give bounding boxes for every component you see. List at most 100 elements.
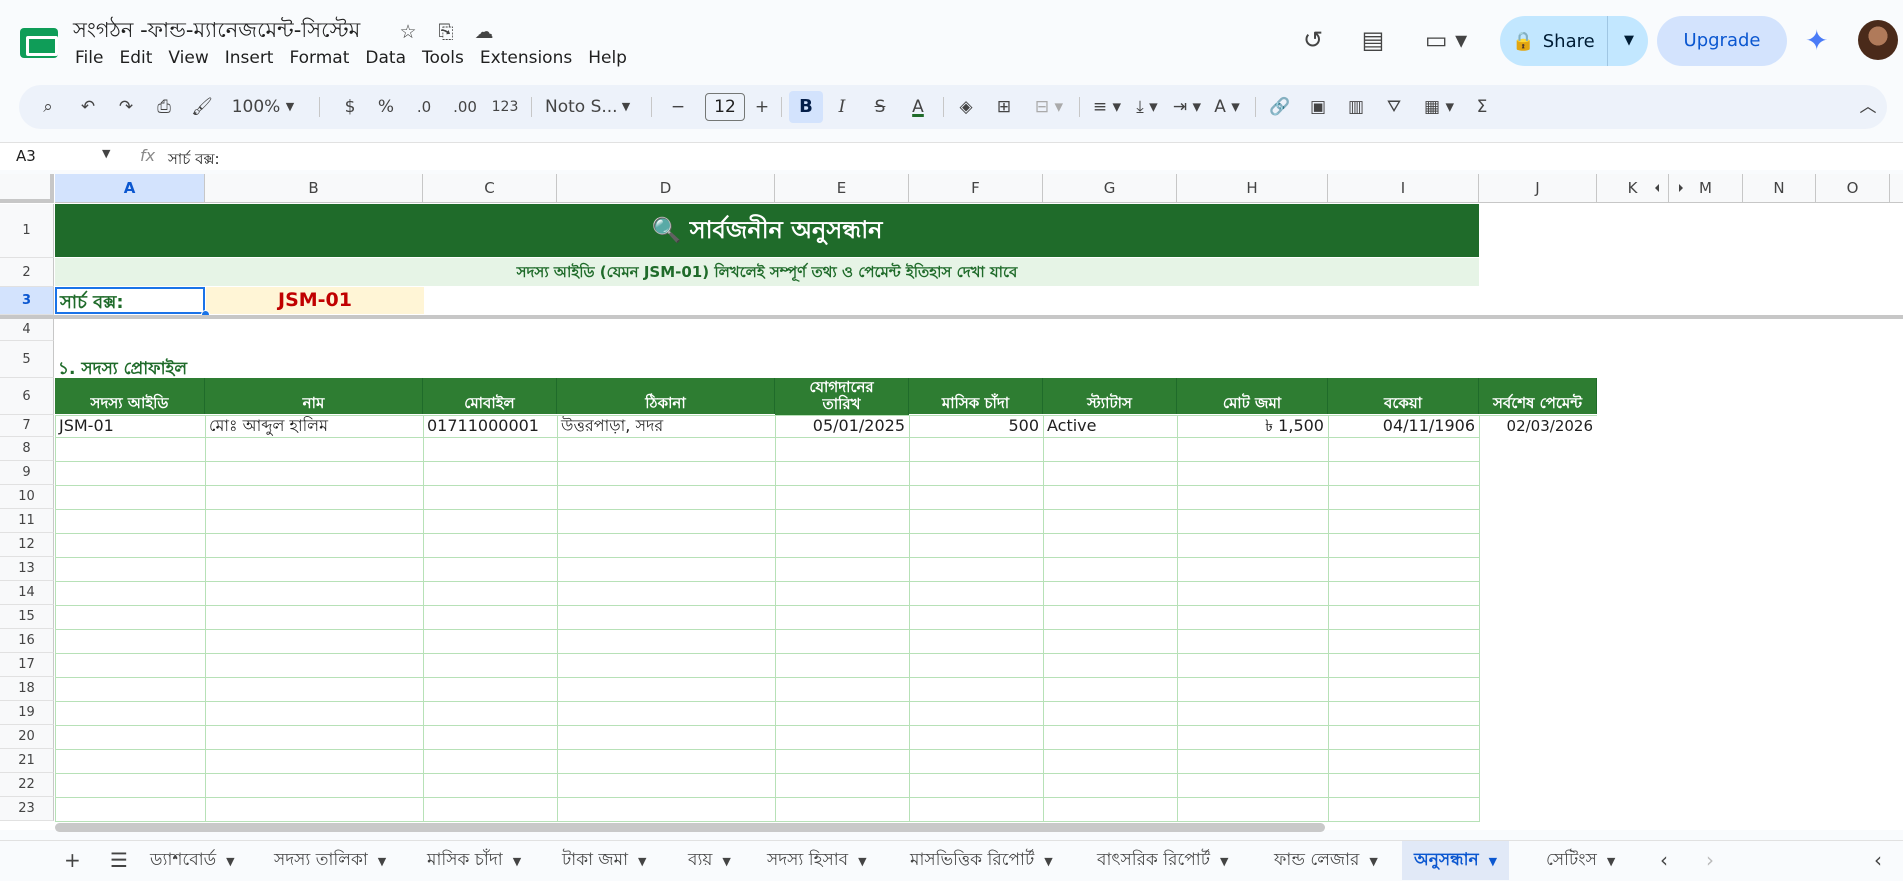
font-family-select[interactable]: Noto S... [539,85,621,129]
add-sheet-icon[interactable]: + [64,841,81,880]
tab-search[interactable]: অনুসন্ধান ▼ [1402,841,1510,880]
table-view-icon[interactable]: ▦ ▾ [1417,85,1461,129]
increase-font-size-icon[interactable]: + [749,85,775,129]
share-button[interactable]: 🔒 Share ▼ [1500,16,1648,66]
tab-label: মাসভিত্তিক রিপোর্ট [910,850,1035,870]
undo-icon[interactable]: ↶ [73,85,103,129]
text-rotation-icon[interactable]: A ▾ [1207,85,1247,129]
tab-monthly-report[interactable]: মাসভিত্তিক রিপোর্ট ▼ [910,841,1053,880]
tab-deposit[interactable]: টাকা জমা ▼ [562,841,646,880]
strikethrough-icon[interactable]: S [865,85,895,129]
chevron-down-icon: ▼ [1369,855,1378,868]
spreadsheet-grid[interactable]: A B C D E F G H I J K M N O 1 2 3 4 5 6 … [0,174,1903,830]
version-history-icon[interactable]: ↺ [1295,22,1331,58]
menu-tools[interactable]: Tools [422,48,473,68]
decrease-font-size-icon[interactable]: − [665,85,691,129]
formula-input[interactable]: সার্চ বক্স: [168,148,220,173]
gemini-icon[interactable]: ✦ [1805,26,1835,56]
borders-icon[interactable]: ⊞ [989,85,1019,129]
tab-expense[interactable]: ব্যয় ▼ [688,841,731,880]
divider [319,97,320,117]
tab-dashboard[interactable]: ড্যাশবোর্ড ▼ [150,841,235,880]
formula-bar: A3 ▼ fx সার্চ বক্স: [0,142,1903,170]
name-box-chevron-down-icon[interactable]: ▼ [102,147,110,160]
zoom-select[interactable]: 100% [231,85,281,129]
italic-button[interactable]: I [827,85,857,129]
menu-insert[interactable]: Insert [225,48,283,68]
font-chevron-down-icon[interactable]: ▼ [619,85,633,129]
divider [1255,97,1256,117]
sheet-tabs-bar: + ☰ ড্যাশবোর্ড ▼ সদস্য তালিকা ▼ মাসিক চাঁদ… [0,840,1903,880]
top-bar: সংগঠন -ফান্ড-ম্যানেজমেন্ট-সিস্টেম ☆ ⎘ ☁ … [0,0,1903,82]
menu-format[interactable]: Format [289,48,358,68]
share-label: Share [1542,30,1595,52]
scroll-tabs-right-icon[interactable]: › [1706,841,1714,880]
tab-member-account[interactable]: সদস্য হিসাব ▼ [767,841,867,880]
upgrade-button[interactable]: Upgrade [1657,16,1787,66]
tab-monthly-fee[interactable]: মাসিক চাঁদা ▼ [427,841,521,880]
scroll-tabs-left-icon[interactable]: ‹ [1660,841,1668,880]
document-title[interactable]: সংগঠন -ফান্ড-ম্যানেজমেন্ট-সিস্টেম [73,14,360,49]
tab-label: মাসিক চাঁদা [427,850,503,870]
meet-icon[interactable]: ▭ ▾ [1418,22,1474,58]
menu-file[interactable]: File [75,48,112,68]
tab-label: বাৎসরিক রিপোর্ট [1097,850,1210,870]
menu-edit[interactable]: Edit [119,48,161,68]
zoom-chevron-down-icon[interactable]: ▼ [283,85,297,129]
tab-member-list[interactable]: সদস্য তালিকা ▼ [274,841,386,880]
title-icons: ☆ ⎘ ☁ [396,20,496,44]
chevron-down-icon: ▼ [638,855,647,868]
insert-chart-icon[interactable]: ▥ [1341,85,1371,129]
insert-comment-icon[interactable]: ▣ [1303,85,1333,129]
chevron-down-icon: ▼ [512,855,522,868]
divider [1079,97,1080,117]
more-formats-button[interactable]: 123 [487,85,523,129]
share-dropdown-icon[interactable]: ▼ [1610,16,1648,66]
cloud-status-icon[interactable]: ☁ [472,20,496,44]
chevron-down-icon: ▼ [226,855,235,868]
tab-settings[interactable]: সেটিংস ▼ [1546,841,1615,880]
chevron-down-icon: ▼ [1044,855,1053,868]
insert-link-icon[interactable]: 🔗 [1265,85,1295,129]
name-box[interactable]: A3 [16,147,112,165]
divider [781,97,782,117]
menu-help[interactable]: Help [588,48,636,68]
share-main[interactable]: 🔒 Share [1500,16,1608,66]
horizontal-scrollbar[interactable] [55,823,1325,832]
print-icon[interactable]: ⎙ [149,85,179,129]
filter-icon[interactable]: ⛛ [1379,85,1409,129]
menu-view[interactable]: View [168,48,217,68]
bold-button[interactable]: B [789,91,823,123]
tab-fund-ledger[interactable]: ফান্ড লেজার ▼ [1274,841,1378,880]
paint-format-icon[interactable]: 🖌 [187,85,217,129]
menu-extensions[interactable]: Extensions [480,48,581,68]
functions-icon[interactable]: Σ [1467,85,1497,129]
horizontal-align-icon[interactable]: ≡ ▾ [1087,85,1127,129]
vertical-align-icon[interactable]: ⤓ ▾ [1127,85,1167,129]
sheets-logo-icon[interactable] [20,28,58,58]
star-icon[interactable]: ☆ [396,20,420,44]
comments-icon[interactable]: ▤ [1355,22,1391,58]
redo-icon[interactable]: ↷ [111,85,141,129]
menu-data[interactable]: Data [365,48,415,68]
text-color-icon[interactable]: A [903,85,933,129]
tab-yearly-report[interactable]: বাৎসরিক রিপোর্ট ▼ [1097,841,1228,880]
font-size-input[interactable]: 12 [705,93,745,121]
avatar[interactable] [1858,20,1898,60]
move-folder-icon[interactable]: ⎘ [434,20,458,44]
collapse-toolbar-icon[interactable]: ︿ [1853,85,1883,129]
divider [651,97,652,117]
tab-label: ড্যাশবোর্ড [150,850,217,870]
search-menus-icon[interactable]: ⌕ [33,85,63,129]
increase-decimal-button[interactable]: .00 [447,85,483,129]
merge-cells-icon[interactable]: ⊟ ▾ [1027,85,1071,129]
decrease-decimal-button[interactable]: .0 [409,85,439,129]
all-sheets-icon[interactable]: ☰ [110,841,128,880]
currency-format-button[interactable]: $ [337,85,363,129]
percent-format-button[interactable]: % [373,85,399,129]
text-wrapping-icon[interactable]: ⇥ ▾ [1167,85,1207,129]
tab-label: অনুসন্ধান [1414,850,1479,870]
chevron-down-icon: ▼ [722,855,731,868]
collapse-sidebar-icon[interactable]: ‹ [1874,841,1882,880]
fill-color-icon[interactable]: ◈ [951,85,981,129]
